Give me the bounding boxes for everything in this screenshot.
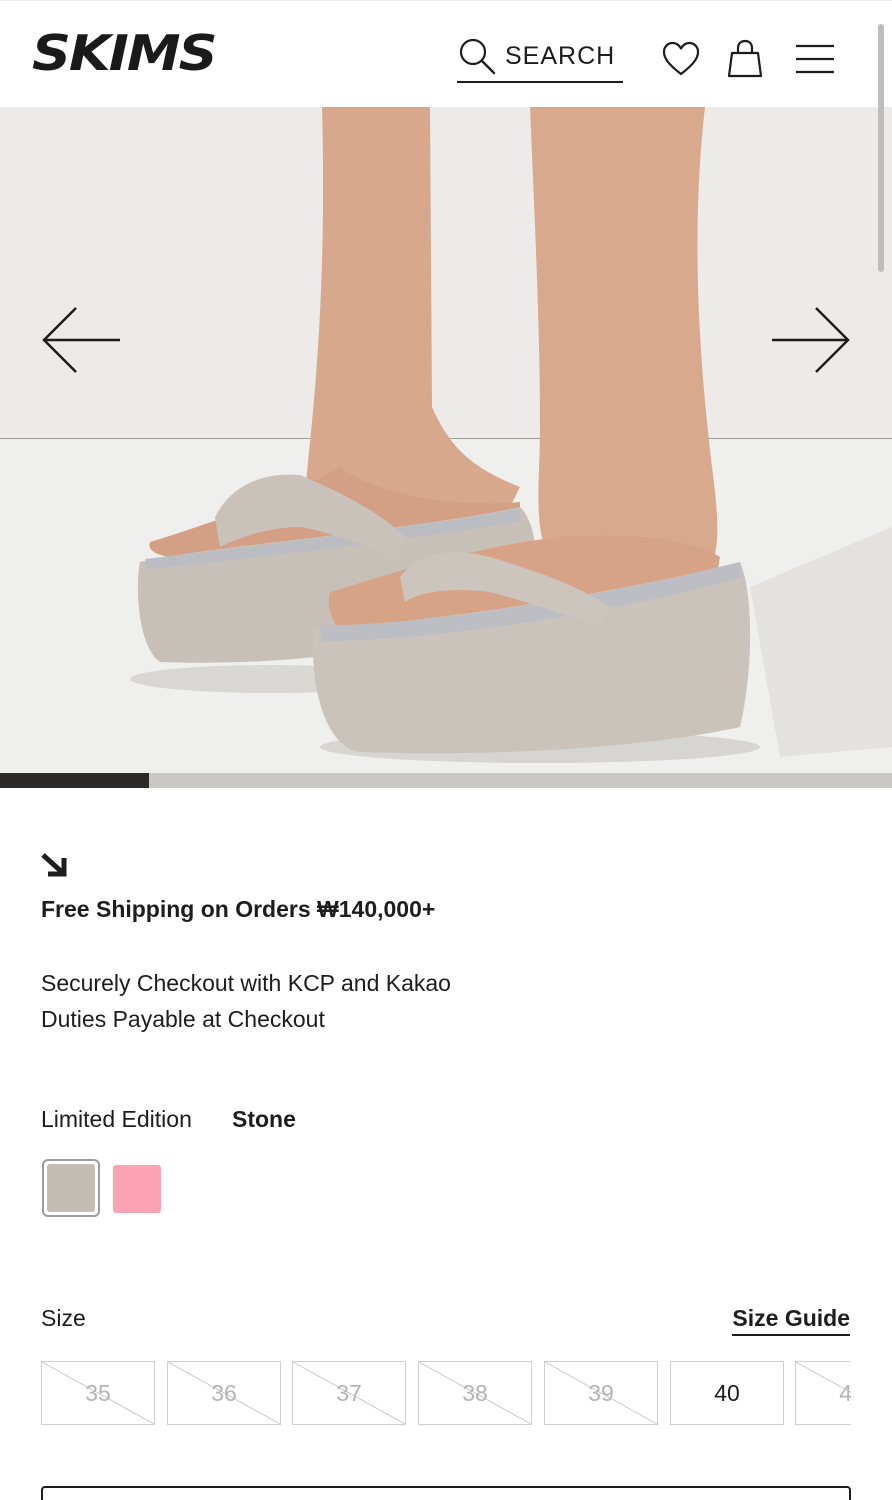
size-option-label: 40 [714,1379,740,1406]
cart-button[interactable] [727,39,763,79]
size-label: Size [41,1305,86,1331]
product-photo [130,107,892,763]
heart-icon [662,41,700,76]
shipping-arrow [40,852,68,883]
menu-icon [796,44,834,74]
size-options: 35 36 37 38 39 40 41 [41,1361,851,1427]
product-image-gallery[interactable] [0,107,892,773]
arrow-left-icon [42,307,120,373]
edition-label: Limited Edition [41,1106,192,1132]
search-button[interactable]: SEARCH [457,31,623,83]
swatch-fill [47,1164,95,1212]
duties-info-line: Duties Payable at Checkout [41,1006,325,1032]
gallery-progress-bar [0,773,892,788]
product-page: SKIMS SEARCH Free Shipping on Orders ₩14… [0,0,892,1500]
next-image-button[interactable] [770,305,852,380]
color-swatch-stone[interactable] [42,1159,100,1217]
menu-button[interactable] [795,43,835,75]
add-to-bag-button[interactable] [41,1486,851,1500]
free-shipping-title: Free Shipping on Orders ₩140,000+ [41,896,436,922]
search-label: SEARCH [505,41,616,70]
size-guide-link[interactable]: Size Guide [732,1305,850,1336]
swatch-fill [113,1165,161,1213]
size-option-label: 35 [85,1379,111,1406]
size-option-41[interactable]: 41 [795,1361,851,1425]
size-option-label: 39 [588,1379,614,1406]
brand-logo[interactable]: SKIMS [32,27,217,81]
size-option-39[interactable]: 39 [544,1361,658,1425]
gallery-progress-fill [0,773,149,788]
arrow-down-right-icon [41,853,67,877]
shopping-bag-icon [727,39,763,78]
size-option-label: 38 [462,1379,488,1406]
color-swatch-pink[interactable] [113,1165,161,1213]
checkout-info-line: Securely Checkout with KCP and Kakao [41,970,451,996]
size-option-label: 41 [839,1379,851,1406]
size-option-35[interactable]: 35 [41,1361,155,1425]
size-option-label: 36 [211,1379,237,1406]
size-option-label: 37 [336,1379,362,1406]
prev-image-button[interactable] [40,305,122,380]
size-option-37[interactable]: 37 [292,1361,406,1425]
search-icon [459,38,496,75]
site-header: SKIMS SEARCH [0,0,892,107]
size-option-40[interactable]: 40 [670,1361,784,1425]
arrow-right-icon [772,307,850,373]
page-scrollbar[interactable] [878,24,884,272]
selected-color-name: Stone [232,1106,296,1132]
size-option-36[interactable]: 36 [167,1361,281,1425]
wishlist-button[interactable] [662,41,700,77]
size-option-38[interactable]: 38 [418,1361,532,1425]
